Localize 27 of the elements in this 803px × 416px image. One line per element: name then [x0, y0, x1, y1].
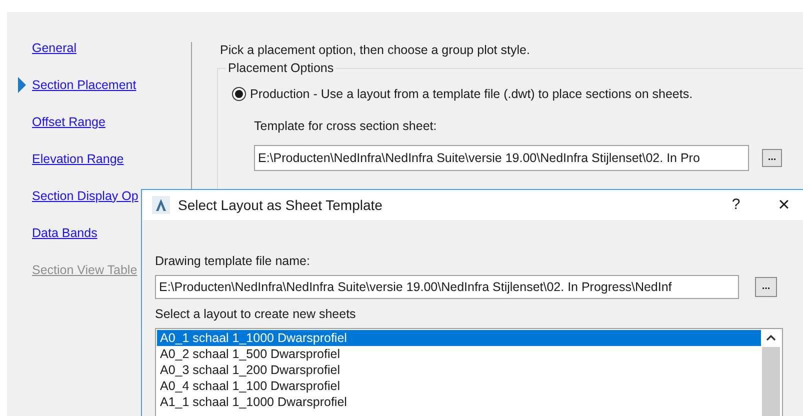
browse-button[interactable]: ... — [755, 276, 777, 297]
scroll-up-icon[interactable] — [766, 334, 776, 340]
layout-list-item[interactable]: A1_1 schaal 1_1000 Dwarsprofiel — [157, 394, 761, 410]
sidebar-link[interactable]: Data Bands — [32, 224, 98, 242]
template-path-field[interactable]: E:\Producten\NedInfra\NedInfra Suite\versie 19.00\NedInfra Stijlenset\02. In Pro — [254, 144, 749, 170]
help-button[interactable]: ? — [726, 194, 746, 216]
sidebar-link[interactable]: Elevation Range — [32, 150, 124, 168]
browse-button[interactable]: ... — [762, 148, 782, 166]
layout-list-item[interactable]: A0_2 schaal 1_500 Dwarsprofiel — [157, 346, 761, 362]
sidebar-link[interactable]: Section Placement — [32, 76, 136, 94]
sidebar-link[interactable]: Section Display Op — [32, 186, 138, 206]
template-file-field[interactable]: E:\Producten\NedInfra\NedInfra Suite\versie 19.00\NedInfra Stijlenset\02. In Progress\NedInf — [155, 274, 739, 299]
layout-list-item[interactable]: A0_4 schaal 1_100 Dwarsprofiel — [157, 378, 761, 394]
layout-list-item[interactable]: A0_1 schaal 1_1000 Dwarsprofiel — [157, 330, 761, 346]
layout-list-item[interactable]: A0_3 schaal 1_200 Dwarsprofiel — [157, 362, 761, 378]
group-title: Placement Options — [226, 60, 336, 76]
production-radio[interactable]: Production - Use a layout from a template file (.dwt) to place sections on sheets. — [232, 85, 803, 104]
close-button[interactable]: × — [772, 190, 796, 220]
layout-list[interactable]: A0_1 schaal 1_1000 Dwarsprofiel A0_2 schaal 1_500 Dwarsprofiel A0_3 schaal 1_200 Dwarsprofiel A0_4 schaal 1_100 Dwarsprofiel A1_1 schaal 1_1000 Dwarsprofiel — [155, 328, 783, 416]
field-label: Drawing template file name: — [155, 253, 311, 270]
app-logo-icon — [152, 196, 170, 214]
field-label: Template for cross section sheet: — [254, 118, 438, 135]
dialog-title: Select Layout as Sheet Template — [178, 196, 382, 215]
sidebar-link[interactable]: Offset Range — [32, 112, 106, 132]
sidebar-link[interactable]: General — [32, 38, 76, 58]
list-label: Select a layout to create new sheets — [155, 306, 357, 323]
instruction-text: Pick a placement option, then choose a group plot style. — [220, 42, 531, 57]
